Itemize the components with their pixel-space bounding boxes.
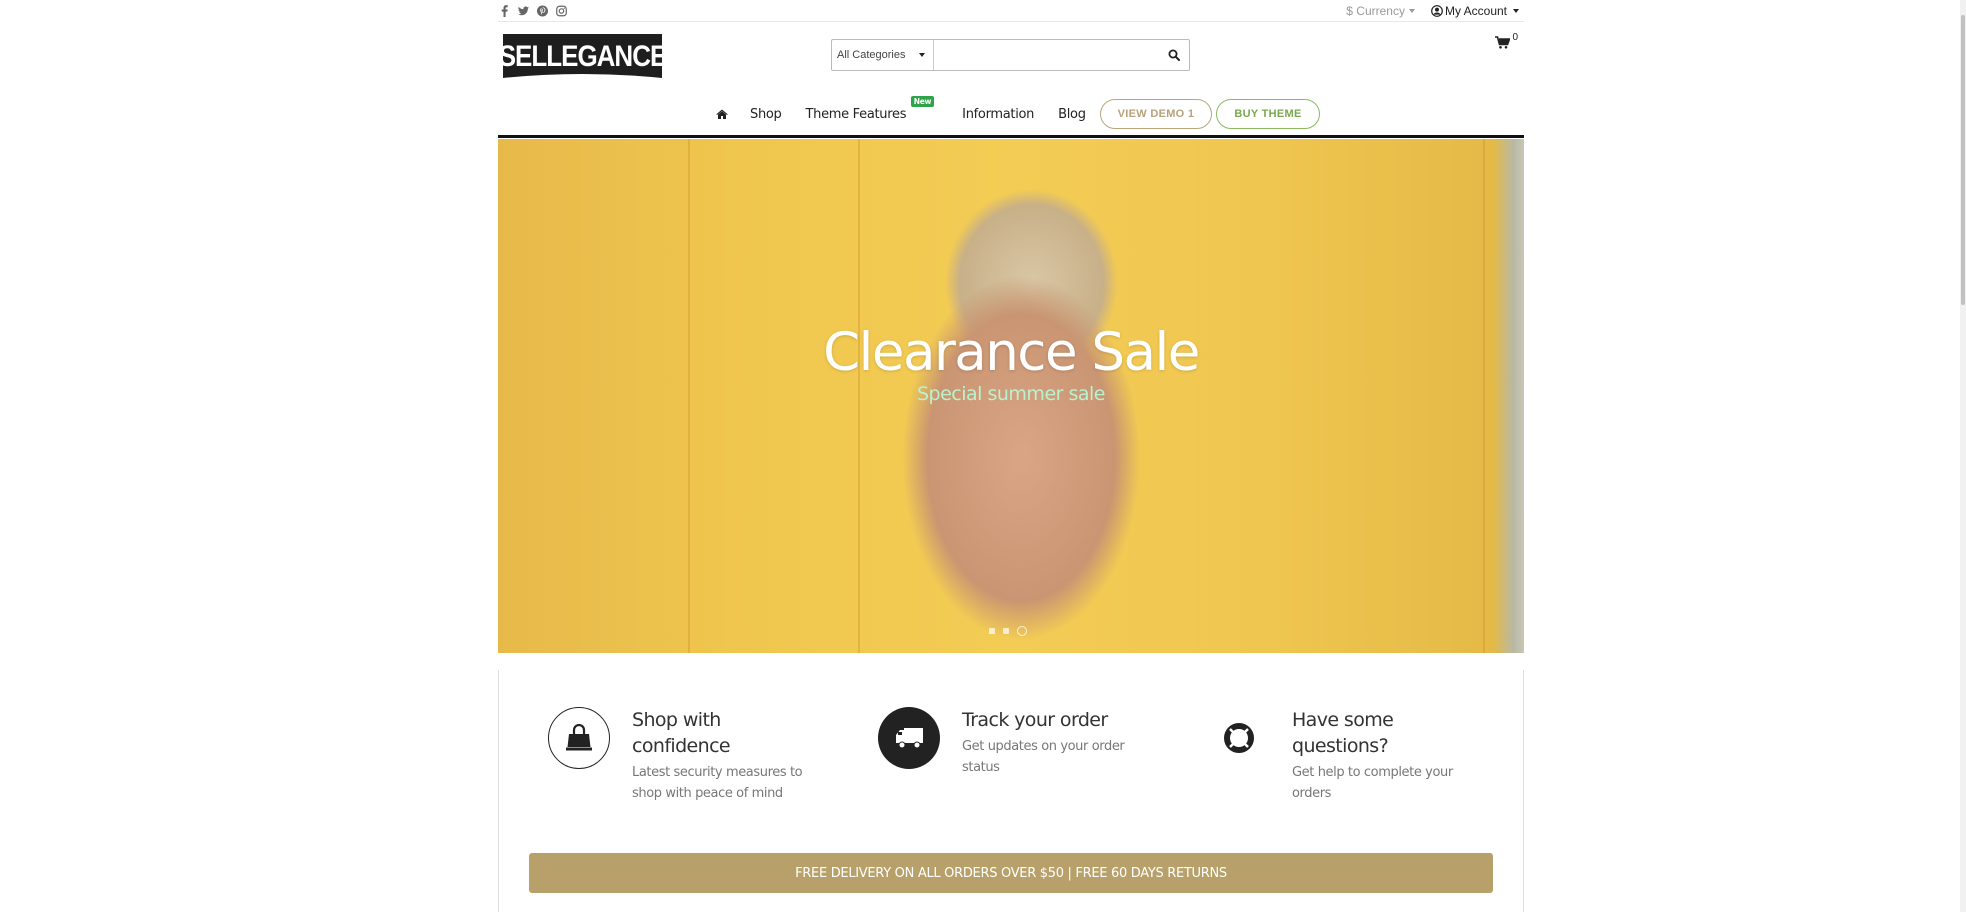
slider-dots xyxy=(989,626,1027,636)
chevron-down-icon xyxy=(919,53,925,57)
home-icon xyxy=(716,109,728,119)
feature-shop-confidence: Shop with confidence Latest security meas… xyxy=(548,707,803,804)
view-demo-button[interactable]: VIEW DEMO 1 xyxy=(1099,99,1213,129)
feature-title: Have some questions? xyxy=(1292,709,1394,757)
search-button[interactable] xyxy=(1159,40,1189,70)
truck-icon xyxy=(878,707,940,769)
shopping-bag-icon xyxy=(548,707,610,769)
nav-shop[interactable]: Shop xyxy=(750,107,782,122)
my-account-dropdown[interactable]: My Account xyxy=(1431,4,1519,18)
hero-slider[interactable]: Clearance Sale Special summer sale xyxy=(498,139,1524,653)
chevron-down-icon xyxy=(1408,9,1415,14)
pinterest-icon[interactable] xyxy=(537,4,548,17)
nav-blog[interactable]: Blog xyxy=(1058,107,1086,122)
cart-count: 0 xyxy=(1512,32,1518,43)
top-bar: $ Currency My Account xyxy=(498,0,1524,22)
nav-home[interactable] xyxy=(716,109,728,119)
search-bar: All Categories xyxy=(831,39,1190,71)
life-ring-icon xyxy=(1208,707,1270,769)
feature-description: Get updates on your order status xyxy=(962,739,1125,775)
nav-theme-features-label: Theme Features xyxy=(805,106,907,122)
slide-dot-3[interactable] xyxy=(1017,626,1027,636)
header: SELLEGANCE All Categories 0 xyxy=(498,22,1524,92)
social-links xyxy=(498,4,567,17)
category-select[interactable]: All Categories xyxy=(832,40,934,70)
scrollbar-thumb[interactable] xyxy=(1961,15,1965,305)
features-section: Shop with confidence Latest security meas… xyxy=(498,670,1524,912)
nav-theme-features[interactable]: Theme Features New xyxy=(805,95,935,122)
category-select-value: All Categories xyxy=(837,49,906,61)
feature-description: Get help to complete your orders xyxy=(1292,765,1453,801)
twitter-icon[interactable] xyxy=(518,4,529,17)
feature-description: Latest security measures to shop with pea… xyxy=(632,765,803,801)
my-account-label: My Account xyxy=(1444,3,1507,18)
logo-text: SELLEGANCE xyxy=(503,40,662,73)
instagram-icon[interactable] xyxy=(556,4,567,17)
slide-dot-1[interactable] xyxy=(989,628,995,634)
hero-subtitle: Special summer sale xyxy=(916,383,1106,405)
shopping-cart-icon xyxy=(1495,36,1511,49)
currency-label: $ Currency xyxy=(1346,3,1405,18)
main-nav: Shop Theme Features New Information Blog… xyxy=(498,92,1524,138)
currency-dropdown[interactable]: $ Currency xyxy=(1346,4,1415,18)
chevron-down-icon xyxy=(1513,8,1519,13)
cart-button[interactable]: 0 xyxy=(1495,32,1518,49)
facebook-icon[interactable] xyxy=(499,4,510,17)
search-input[interactable] xyxy=(934,40,1159,70)
buy-theme-button[interactable]: BUY THEME xyxy=(1216,99,1320,129)
site-logo[interactable]: SELLEGANCE xyxy=(499,34,668,78)
free-delivery-banner: FREE DELIVERY ON ALL ORDERS OVER $50 | F… xyxy=(529,853,1493,893)
feature-title: Shop with confidence xyxy=(632,709,731,757)
feature-questions: Have some questions? Get help to complete… xyxy=(1208,707,1453,804)
feature-title: Track your order xyxy=(962,709,1108,731)
page-scrollbar[interactable] xyxy=(1960,0,1966,912)
hero-title: Clearance Sale xyxy=(823,322,1200,383)
user-circle-icon xyxy=(1431,4,1443,17)
nav-information[interactable]: Information xyxy=(962,107,1034,122)
slide-dot-2[interactable] xyxy=(1003,628,1009,634)
new-badge: New xyxy=(910,95,935,107)
search-icon xyxy=(1168,49,1180,61)
feature-track-order: Track your order Get updates on your ord… xyxy=(878,707,1125,778)
